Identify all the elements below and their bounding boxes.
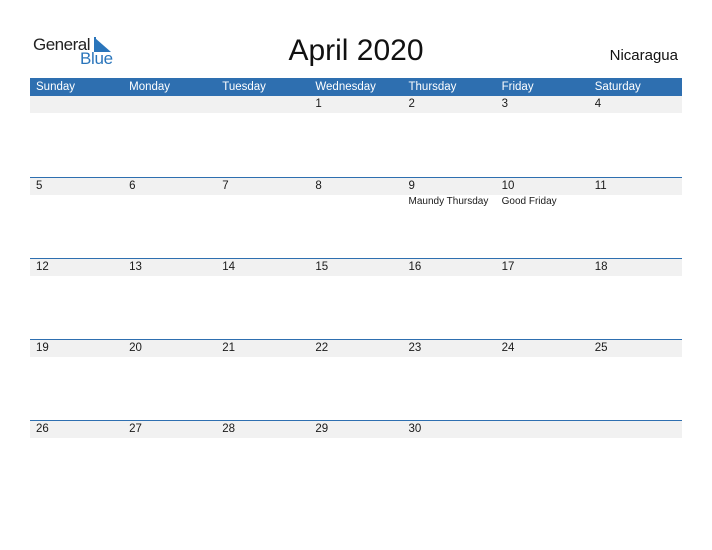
holiday-label (309, 357, 402, 358)
weekday-friday: Friday (501, 81, 534, 93)
day-number: 7 (222, 180, 229, 192)
holiday-label (216, 113, 309, 114)
day-number: 10 (501, 180, 515, 192)
day-number: 13 (129, 261, 142, 273)
day-number: 29 (315, 423, 329, 435)
calendar-title: April 2020 (0, 34, 712, 68)
holiday-strip (30, 113, 682, 114)
day-number (589, 421, 682, 438)
day-number: 1 (315, 98, 322, 110)
weekday-monday: Monday (129, 81, 171, 93)
day-number: 11 (594, 180, 607, 192)
day-number (123, 96, 216, 113)
holiday-label (30, 276, 123, 277)
day-number: 24 (501, 342, 515, 354)
holiday-label (589, 113, 682, 114)
weekday-header: Sunday Monday Tuesday Wednesday Thursday… (30, 78, 682, 96)
day-number: 22 (315, 342, 329, 354)
holiday-label (496, 438, 589, 439)
day-number: 25 (594, 342, 608, 354)
holiday-label (30, 195, 123, 207)
weekday-wednesday: Wednesday (315, 81, 376, 93)
week-row: 26 27 28 29 30 (30, 420, 682, 502)
holiday-label (309, 438, 402, 439)
weekday-tuesday: Tuesday (222, 81, 266, 93)
day-number: 2 (408, 98, 415, 110)
holiday-label (403, 357, 496, 358)
day-number: 15 (315, 261, 329, 273)
date-strip: 5 6 7 8 9 10 11 (30, 178, 682, 195)
holiday-label (216, 195, 309, 207)
week-row: 1 2 3 4 (30, 96, 682, 177)
holiday-label (309, 113, 402, 114)
holiday-label (589, 276, 682, 277)
holiday-label: Maundy Thursday (408, 196, 489, 207)
day-number: 8 (315, 180, 322, 192)
week-row: 5 6 7 8 9 10 11 Maundy Thursday Good Friday (30, 177, 682, 259)
date-strip: 19 20 21 22 23 24 25 (30, 340, 682, 357)
day-number: 20 (129, 342, 142, 354)
holiday-label (589, 438, 682, 439)
day-number: 16 (408, 261, 422, 273)
holiday-label (30, 113, 123, 114)
day-number: 9 (408, 180, 415, 192)
holiday-label: Good Friday (501, 196, 557, 207)
week-row: 12 13 14 15 16 17 18 (30, 258, 682, 340)
holiday-label (123, 276, 216, 277)
day-number (30, 96, 123, 113)
date-strip: 26 27 28 29 30 (30, 421, 682, 438)
day-number: 30 (408, 423, 422, 435)
holiday-strip: Maundy Thursday Good Friday (30, 195, 682, 207)
holiday-label (403, 438, 496, 439)
holiday-label (123, 438, 216, 439)
day-number: 14 (222, 261, 236, 273)
holiday-label (496, 276, 589, 277)
holiday-label (496, 357, 589, 358)
holiday-label (30, 357, 123, 358)
country-label: Nicaragua (609, 47, 678, 64)
holiday-label (123, 113, 216, 114)
holiday-label (216, 357, 309, 358)
holiday-label (123, 357, 216, 358)
weekday-saturday: Saturday (594, 81, 641, 93)
holiday-label (403, 276, 496, 277)
day-number: 23 (408, 342, 422, 354)
day-number: 26 (36, 423, 49, 435)
day-number: 5 (36, 180, 43, 192)
holiday-label (123, 195, 216, 207)
calendar-grid: Sunday Monday Tuesday Wednesday Thursday… (30, 78, 682, 438)
weekday-thursday: Thursday (408, 81, 457, 93)
day-number: 18 (594, 261, 608, 273)
weekday-sunday: Sunday (36, 81, 76, 93)
holiday-label (589, 195, 682, 207)
holiday-label (589, 357, 682, 358)
holiday-label (496, 113, 589, 114)
date-strip: 12 13 14 15 16 17 18 (30, 259, 682, 276)
day-number: 27 (129, 423, 142, 435)
holiday-label (30, 438, 123, 439)
day-number (496, 421, 589, 438)
date-strip: 1 2 3 4 (30, 96, 682, 113)
day-number: 28 (222, 423, 236, 435)
day-number: 3 (501, 98, 509, 110)
holiday-label (403, 113, 496, 114)
holiday-strip (30, 357, 682, 358)
day-number: 19 (36, 342, 49, 354)
month-year: April 2020 (288, 34, 424, 67)
week-row: 19 20 21 22 23 24 25 (30, 339, 682, 421)
holiday-strip (30, 276, 682, 277)
holiday-label (216, 276, 309, 277)
day-number: 4 (594, 98, 602, 110)
holiday-strip (30, 438, 682, 439)
day-number: 12 (36, 261, 49, 273)
day-number: 6 (129, 180, 136, 192)
holiday-label (216, 438, 309, 439)
holiday-label (309, 195, 402, 207)
day-number: 21 (222, 342, 236, 354)
day-number: 17 (501, 261, 515, 273)
holiday-label (309, 276, 402, 277)
day-number (216, 96, 309, 113)
